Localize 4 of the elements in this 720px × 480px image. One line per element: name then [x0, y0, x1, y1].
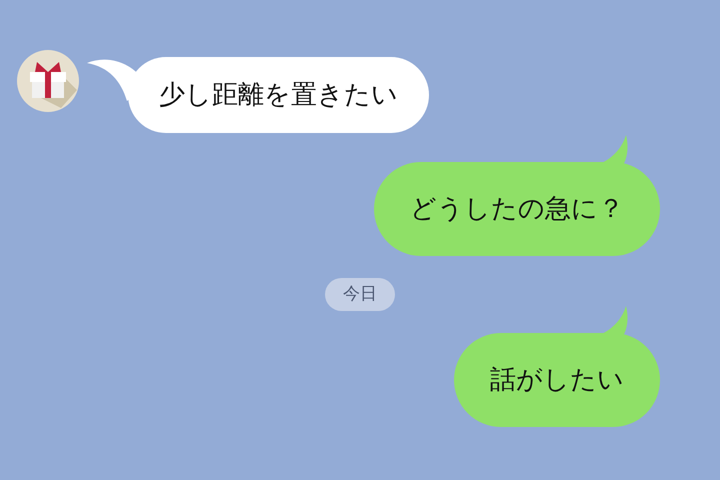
message-bubble: どうしたの急に？: [374, 162, 660, 256]
date-chip: 今日: [325, 278, 395, 311]
gift-avatar-icon: [17, 50, 79, 112]
message-bubble: 話がしたい: [454, 333, 660, 427]
